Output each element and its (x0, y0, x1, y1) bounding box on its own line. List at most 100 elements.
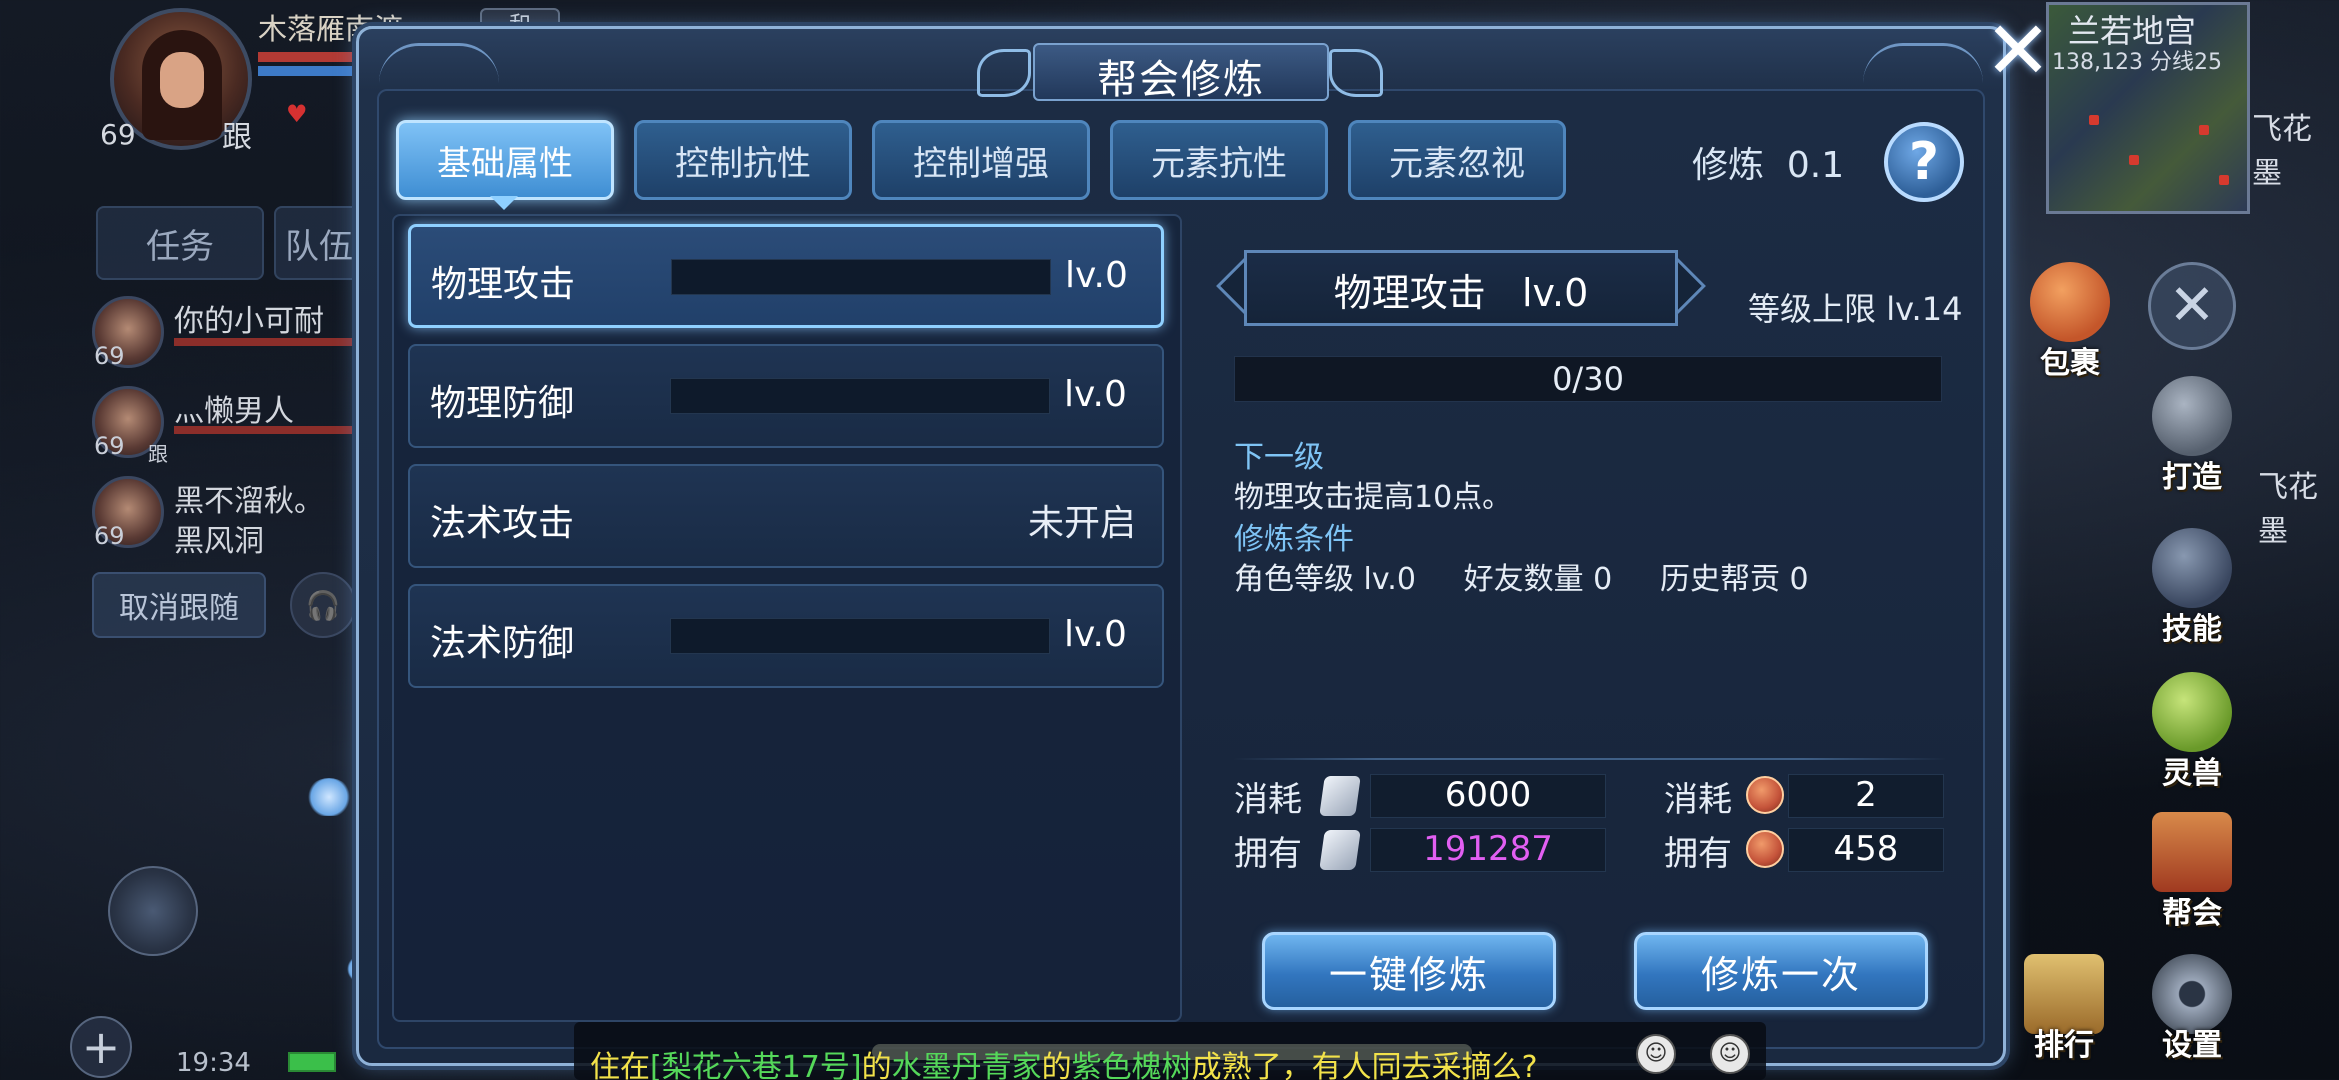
team-member-level: 69 (94, 342, 125, 370)
emoji-icon[interactable]: ☺ (1710, 1034, 1750, 1074)
map-marker (2219, 175, 2229, 185)
hammer-icon (2152, 376, 2232, 456)
attribute-row-magic-defense[interactable]: 法术防御 lv.0 (408, 584, 1164, 688)
book-icon (2152, 528, 2232, 608)
attribute-level: lv.0 (1064, 614, 1127, 655)
heart-icon: ♥ (286, 100, 308, 128)
tab-control-enhance[interactable]: 控制增强 (872, 120, 1090, 200)
chat-text-segment: 成熟了，有人同去采摘么? (1191, 1050, 1538, 1080)
level-cap-label: 等级上限 (1748, 290, 1877, 328)
attribute-progress-bar (670, 378, 1050, 414)
tab-basic-attributes[interactable]: 基础属性 (396, 120, 614, 200)
silver-consume-value: 6000 (1370, 774, 1606, 818)
emoji-icon[interactable]: ☺ (1636, 1034, 1676, 1074)
spirit-pet-button[interactable]: 灵兽 (2146, 672, 2238, 802)
coin-consume-label: 消耗 (1664, 780, 1732, 820)
next-level-effect: 物理攻击提高10点。 (1234, 480, 1513, 515)
chat-text-segment: 的 (861, 1050, 892, 1080)
settings-label: 设置 (2162, 1028, 2222, 1063)
tab-element-ignore[interactable]: 元素忽视 (1348, 120, 1566, 200)
headset-icon[interactable]: 🎧 (290, 572, 356, 638)
tab-control-resist[interactable]: 控制抗性 (634, 120, 852, 200)
player-follow-tag: 跟 (222, 120, 252, 155)
condition-contribution-value: 0 (1789, 562, 1809, 597)
bag-label: 包裹 (2040, 346, 2100, 381)
attribute-name: 法术攻击 (430, 503, 575, 544)
dialog-title: 帮会修炼 (1097, 57, 1265, 103)
title-ornament-left (977, 49, 1031, 97)
guild-label: 帮会 (2162, 896, 2222, 931)
map-side-label: 飞花墨 (2252, 112, 2312, 191)
player-mp-bar (258, 66, 368, 76)
settings-button[interactable]: 设置 (2146, 954, 2238, 1080)
player-hp-bar (258, 52, 368, 62)
cancel-follow-button[interactable]: 取消跟随 (92, 572, 266, 638)
team-member[interactable]: 你的小可耐 69 (92, 296, 362, 380)
chat-text-segment: 的 (1041, 1050, 1072, 1080)
bag-button[interactable]: 包裹 (2024, 262, 2116, 392)
team-member[interactable]: 灬懒男人 69 跟 (92, 386, 362, 470)
guild-button[interactable]: 帮会 (2146, 812, 2238, 942)
bag-icon (2030, 262, 2110, 342)
cultivation-total: 修炼 0.1 (1692, 136, 1844, 188)
condition-list: 角色等级 lv.0 好友数量 0 历史帮贡 0 (1234, 554, 1809, 598)
map-marker (2129, 155, 2139, 165)
silver-scroll-icon (1319, 776, 1361, 816)
level-cap: 等级上限 lv.14 (1748, 284, 1962, 330)
attribute-name: 物理攻击 (431, 264, 576, 305)
tab-element-resist[interactable]: 元素抗性 (1110, 120, 1328, 200)
cultivation-value: 0.1 (1786, 145, 1845, 186)
close-icon[interactable]: ✕ (1980, 11, 2056, 92)
chat-message[interactable]: 住在[梨花六巷17号]的水墨丹青家的紫色槐树成熟了，有人同去采摘么? (590, 1042, 1538, 1080)
joystick[interactable] (108, 866, 198, 956)
silver-scroll-icon (1319, 830, 1361, 870)
team-member[interactable]: 黑不溜秋。 黑风洞 69 (92, 476, 362, 560)
title-ornament-right (1329, 49, 1383, 97)
chat-location-link[interactable]: [梨花六巷17号] (650, 1050, 862, 1080)
attribute-name: 物理防御 (430, 383, 575, 424)
one-click-cultivate-button[interactable]: 一键修炼 (1262, 932, 1556, 1010)
condition-role-level-label: 角色等级 (1234, 562, 1354, 597)
skills-button[interactable]: 技能 (2146, 528, 2238, 658)
ranking-label: 排行 (2034, 1028, 2094, 1063)
chat-item-link[interactable]: 紫色槐树 (1072, 1050, 1192, 1080)
attribute-row-magic-attack[interactable]: 法术攻击 未开启 (408, 464, 1164, 568)
help-icon[interactable]: ? (1884, 122, 1964, 202)
detail-attribute-name: 物理攻击 (1333, 271, 1486, 315)
coin-own-label: 拥有 (1664, 834, 1732, 874)
attribute-row-physical-defense[interactable]: 物理防御 lv.0 (408, 344, 1164, 448)
attribute-row-physical-attack[interactable]: 物理攻击 lv.0 (408, 224, 1164, 328)
tab-tasks[interactable]: 任务 (96, 206, 264, 280)
silver-consume-label: 消耗 (1234, 780, 1302, 820)
team-member-name: 你的小可耐 (174, 304, 324, 339)
map-coords: 138,123 分线25 (2052, 50, 2222, 75)
scroll-icon (2152, 812, 2232, 892)
team-member-level: 69 (94, 432, 125, 460)
close-menu-icon[interactable]: ✕ (2148, 262, 2236, 350)
divider (1234, 758, 1946, 760)
guild-coin-icon (1746, 776, 1784, 814)
silver-own-value: 191287 (1370, 828, 1606, 872)
attribute-progress-bar (671, 259, 1051, 295)
condition-label: 修炼条件 (1234, 522, 1354, 557)
silver-own-label: 拥有 (1234, 834, 1302, 874)
attribute-name: 法术防御 (430, 623, 575, 664)
condition-role-level-value: lv.0 (1363, 562, 1416, 597)
active-tab-pointer (490, 196, 518, 210)
tab-team[interactable]: 队伍 (274, 206, 364, 280)
condition-friends-value: 0 (1593, 562, 1613, 597)
map-marker (2089, 115, 2099, 125)
forge-button[interactable]: 打造 (2146, 376, 2238, 506)
ranking-button[interactable]: 排行 (2018, 954, 2110, 1080)
spirit-pet-icon (2152, 672, 2232, 752)
plus-icon[interactable]: + (70, 1016, 132, 1078)
attribute-level: lv.0 (1065, 255, 1128, 296)
chat-person-link[interactable]: 水墨丹青家 (892, 1050, 1042, 1080)
detail-title: 物理攻击 lv.0 (1234, 262, 1688, 317)
team-member-hp-bar (174, 426, 354, 434)
butterfly-decoration (306, 778, 352, 816)
cultivate-once-button[interactable]: 修炼一次 (1634, 932, 1928, 1010)
player-level: 69 (100, 118, 136, 151)
next-level-label: 下一级 (1234, 440, 1324, 475)
attribute-progress-bar (670, 618, 1050, 654)
